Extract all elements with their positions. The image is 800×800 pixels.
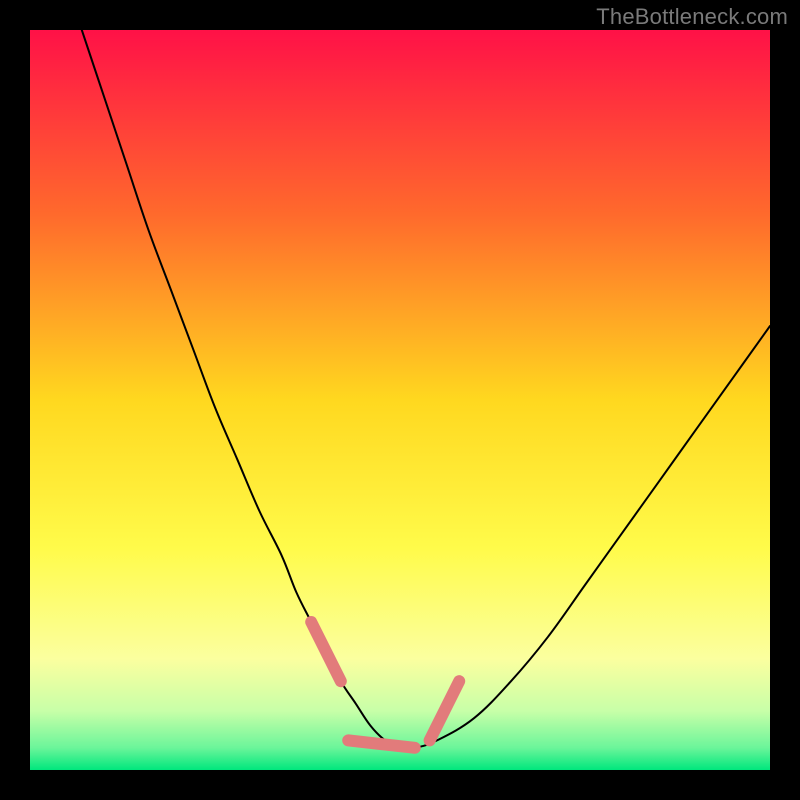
watermark-text: TheBottleneck.com [596, 4, 788, 30]
plot-area [30, 30, 770, 770]
bottom-highlight-seg-1 [348, 740, 415, 747]
chart-stage: TheBottleneck.com [0, 0, 800, 800]
chart-svg [30, 30, 770, 770]
chart-background [30, 30, 770, 770]
